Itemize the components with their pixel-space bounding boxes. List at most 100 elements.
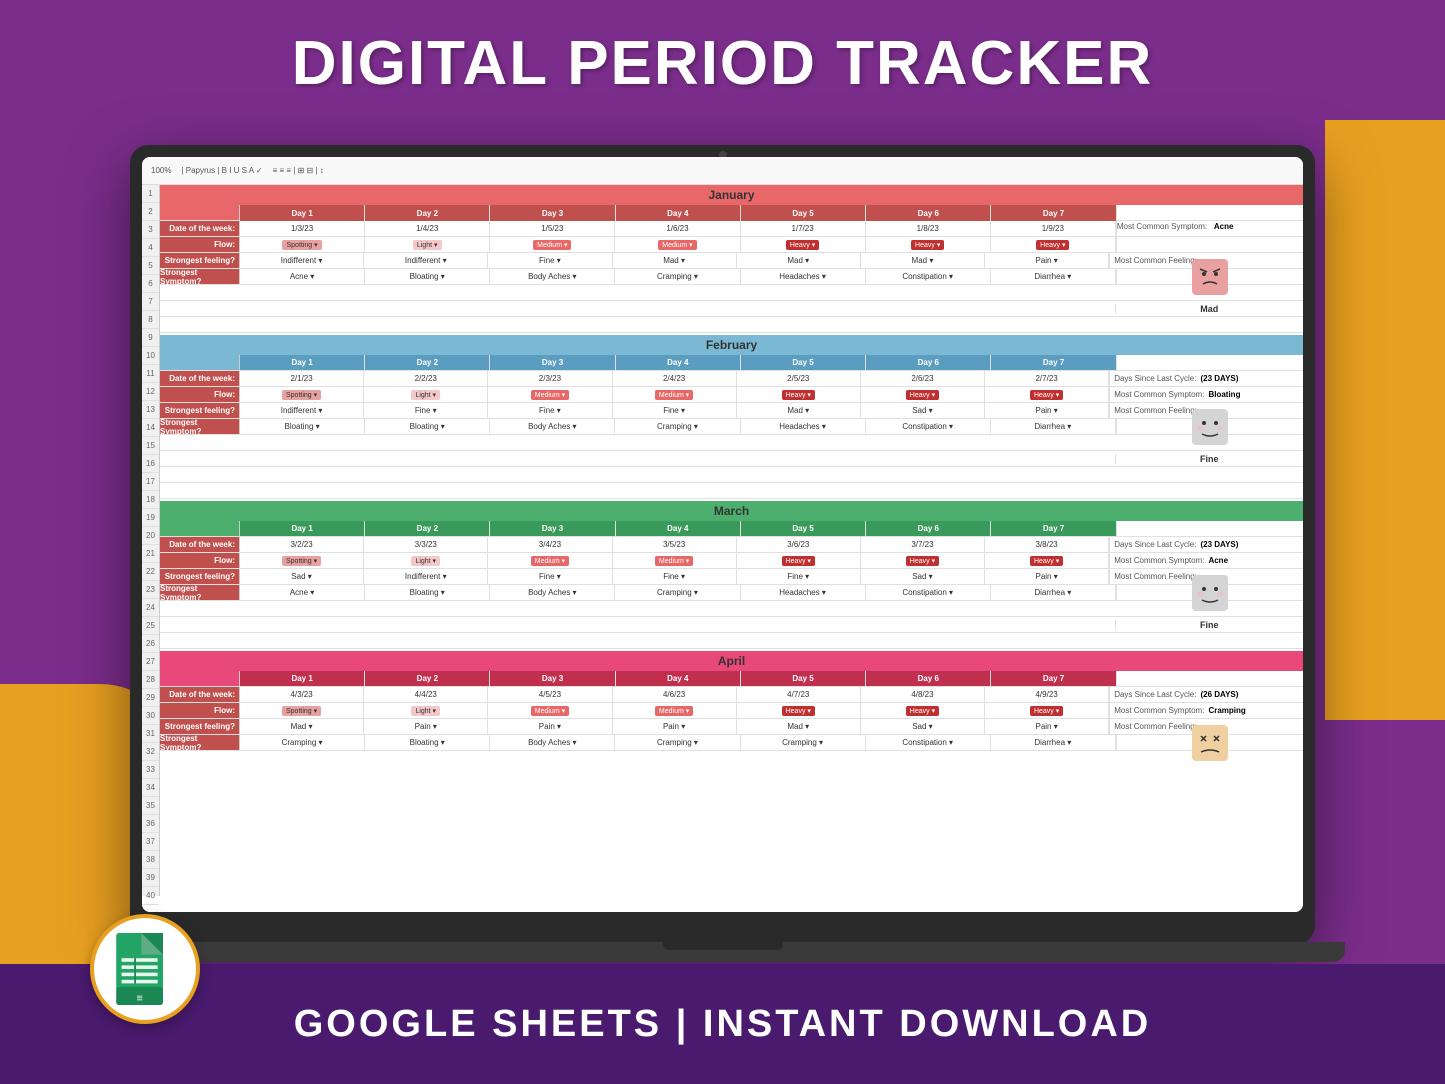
apr-sym5: Cramping ▾ [741,735,866,750]
apr-symptom-label: Strongest Symptom? [160,735,240,750]
laptop-body: 100% | Papyrus | B I U S A ✓ ≡ ≡ ≡ | ⊞ ⊟… [130,145,1315,944]
jan-empty1 [160,285,1303,301]
feb-symptom-label: Strongest Symptom? [160,419,240,434]
apr-feel2: Pain ▾ [364,719,488,734]
mar-feel2: Indifferent ▾ [364,569,488,584]
apr-date7: 4/9/23 [985,687,1109,702]
apr-d2h: Day 2 [365,671,490,686]
feb-date1: 2/1/23 [240,371,364,386]
april-section: April Day 1 Day 2 Day 3 Day 4 Day 5 Day … [160,651,1303,751]
rn-10: 10 [142,347,159,365]
jan-date6: 1/8/23 [866,221,991,236]
rn-3: 3 [142,221,159,239]
apr-date1: 4/3/23 [240,687,364,702]
mar-d1h: Day 1 [240,521,365,536]
mar-fp7: Heavy ▾ [1030,556,1063,566]
laptop-screen: 100% | Papyrus | B I U S A ✓ ≡ ≡ ≡ | ⊞ ⊟… [142,157,1303,912]
mar-date4: 3/5/23 [613,537,737,552]
feb-symptom: Strongest Symptom? Bloating ▾ Bloating ▾… [160,419,1303,435]
apr-sym1: Cramping ▾ [240,735,365,750]
apr-d1h: Day 1 [240,671,365,686]
feb-date-label: Date of the week: [160,371,240,386]
google-sheets-logo: ≡ [109,933,181,1005]
sheet-content: 1 2 3 4 5 6 7 8 9 10 11 12 13 14 15 16 1 [142,185,1303,896]
mar-flow5: Heavy ▾ [737,553,861,568]
feb-empty1 [160,435,1303,451]
apr-date4: 4/6/23 [613,687,737,702]
jan-sym6: Constipation ▾ [866,269,991,284]
apr-fp2: Light ▾ [411,706,440,716]
mar-sym4: Cramping ▾ [615,585,740,600]
february-section: February Day 1 Day 2 Day 3 Day 4 Day 5 D… [160,335,1303,499]
jan-feel1: Indifferent ▾ [240,253,364,268]
rn-12: 12 [142,383,159,401]
feb-fp3: Medium ▾ [531,390,569,400]
mar-flow4: Medium ▾ [613,553,737,568]
jan-date7: 1/9/23 [991,221,1116,236]
rn-19: 19 [142,509,159,527]
mar-symptom-label: Strongest Symptom? [160,585,240,600]
rn-8: 8 [142,311,159,329]
rn-21: 21 [142,545,159,563]
angry-face-icon [1191,724,1229,762]
jan-date1: 1/3/23 [240,221,365,236]
rn-22: 22 [142,563,159,581]
apr-sym6: Constipation ▾ [866,735,991,750]
feb-sym3: Body Aches ▾ [490,419,615,434]
feb-date5: 2/5/23 [737,371,861,386]
feb-flow: Flow: Spotting ▾ Light ▾ Medium ▾ Medium… [160,387,1303,403]
apr-date6: 4/8/23 [861,687,985,702]
feb-feel5: Mad ▾ [737,403,861,418]
feb-fp7: Heavy ▾ [1030,390,1063,400]
jan-d4h: Day 4 [616,205,741,221]
feb-flow7: Heavy ▾ [985,387,1109,402]
apr-feel7: Pain ▾ [985,719,1109,734]
mar-sym2: Bloating ▾ [365,585,490,600]
rn-2: 2 [142,203,159,221]
bottom-text: GOOGLE SHEETS | INSTANT DOWNLOAD [294,1003,1151,1046]
jan-date4: 1/6/23 [615,221,740,236]
feb-d5h: Day 5 [741,355,866,370]
mar-empty2 [160,633,1303,649]
apr-flow6: Heavy ▾ [861,703,985,718]
feb-stats-spacer [1117,355,1303,370]
jan-mad-name: Mad [1115,304,1303,314]
apr-common-sym-row: Most Common Symptom: Cramping [1109,703,1303,718]
rn-20: 20 [142,527,159,545]
mar-date6: 3/7/23 [861,537,985,552]
mar-flow: Flow: Spotting ▾ Light ▾ Medium ▾ Medium… [160,553,1303,569]
apr-d3h: Day 3 [490,671,615,686]
feb-date4: 2/4/23 [613,371,737,386]
spreadsheet: 100% | Papyrus | B I U S A ✓ ≡ ≡ ≡ | ⊞ ⊟… [142,157,1303,912]
apr-fp1: Spotting ▾ [282,706,321,716]
feb-feeling-label: Strongest feeling? [160,403,240,418]
feb-feel2: Fine ▾ [364,403,488,418]
apr-fp6: Heavy ▾ [906,706,939,716]
jan-feel5: Mad ▾ [737,253,861,268]
mar-days-since-row: Days Since Last Cycle: (23 DAYS) [1109,537,1303,552]
jan-flow7-pill: Heavy ▾ [1036,240,1069,250]
rn-11: 11 [142,365,159,383]
feb-feel4: Fine ▾ [613,403,737,418]
jan-flow6: Heavy ▾ [866,237,991,252]
rn-31: 31 [142,725,159,743]
feb-flow1: Spotting ▾ [240,387,364,402]
row-numbers: 1 2 3 4 5 6 7 8 9 10 11 12 13 14 15 16 1 [142,185,160,896]
apr-sym2: Bloating ▾ [365,735,490,750]
jan-date2: 1/4/23 [365,221,490,236]
jan-d7h: Day 7 [991,205,1116,221]
apr-stats-spacer [1117,671,1303,686]
feb-sym7: Diarrhea ▾ [991,419,1116,434]
march-section: March Day 1 Day 2 Day 3 Day 4 Day 5 Day … [160,501,1303,649]
mar-flow1: Spotting ▾ [240,553,364,568]
rn-18: 18 [142,491,159,509]
mad-face-icon [1191,258,1229,296]
jan-flow1: Spotting ▾ [240,237,365,252]
rn-5: 5 [142,257,159,275]
feb-empty3 [160,483,1303,499]
feb-fp2: Light ▾ [411,390,440,400]
jan-d5h: Day 5 [741,205,866,221]
feb-d2h: Day 2 [365,355,490,370]
february-header: February [160,335,1303,355]
mar-fp6: Heavy ▾ [906,556,939,566]
